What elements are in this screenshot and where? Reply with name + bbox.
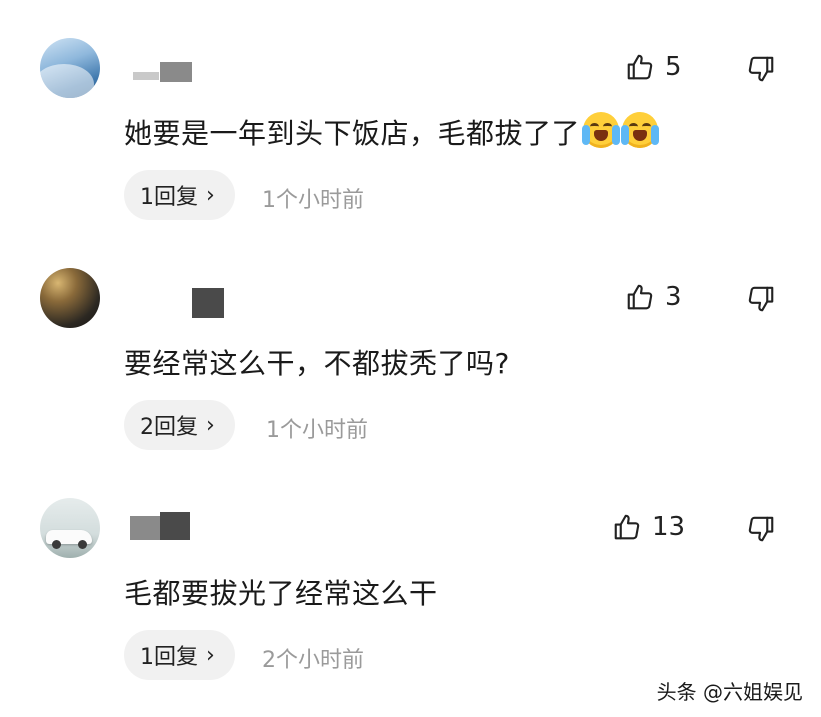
reply-label: 2回复 (140, 415, 198, 440)
comment-text: 要经常这么干，不都拔秃了吗? (124, 342, 510, 382)
thumbs-down-icon[interactable] (746, 54, 776, 84)
comment-item: 5 她要是一年到头下饭店，毛都拔了了 1回复 › 1个小时前 (0, 0, 821, 230)
comment-time: 1个小时前 (266, 418, 368, 443)
reply-button[interactable]: 1回复 › (124, 630, 235, 680)
comment-text: 毛都要拔光了经常这么干 (124, 572, 438, 612)
comment-text: 她要是一年到头下饭店，毛都拔了了 (124, 112, 660, 152)
like-count: 13 (652, 512, 686, 542)
comment-text-content: 她要是一年到头下饭店，毛都拔了了 (124, 117, 581, 150)
crying-laughing-emoji (621, 112, 660, 148)
chevron-right-icon: › (206, 642, 215, 668)
comment-item: 3 要经常这么干，不都拔秃了吗? 2回复 › 1个小时前 (0, 230, 821, 460)
comment-time: 2个小时前 (262, 648, 364, 673)
reply-label: 1回复 (140, 645, 198, 670)
comment-item: 13 毛都要拔光了经常这么干 1回复 › 2个小时前 (0, 460, 821, 690)
comment-time: 1个小时前 (262, 188, 364, 213)
reply-button[interactable]: 1回复 › (124, 170, 235, 220)
like-button[interactable]: 13 (612, 512, 685, 542)
like-button[interactable]: 5 (625, 52, 682, 82)
user-avatar[interactable] (40, 38, 100, 98)
comment-text-content: 毛都要拔光了经常这么干 (124, 577, 438, 610)
like-button[interactable]: 3 (625, 282, 682, 312)
crying-laughing-emoji (582, 112, 621, 148)
user-avatar[interactable] (40, 498, 100, 558)
thumbs-down-icon[interactable] (746, 514, 776, 544)
thumbs-up-icon (625, 282, 655, 312)
chevron-right-icon: › (206, 412, 215, 438)
like-count: 5 (665, 52, 682, 82)
comment-text-content: 要经常这么干，不都拔秃了吗? (124, 347, 510, 380)
user-avatar[interactable] (40, 268, 100, 328)
like-count: 3 (665, 282, 682, 312)
reply-label: 1回复 (140, 185, 198, 210)
reply-button[interactable]: 2回复 › (124, 400, 235, 450)
thumbs-up-icon (625, 52, 655, 82)
watermark: 头条 @六姐娱见 (656, 680, 803, 704)
thumbs-up-icon (612, 512, 642, 542)
thumbs-down-icon[interactable] (746, 284, 776, 314)
chevron-right-icon: › (206, 182, 215, 208)
